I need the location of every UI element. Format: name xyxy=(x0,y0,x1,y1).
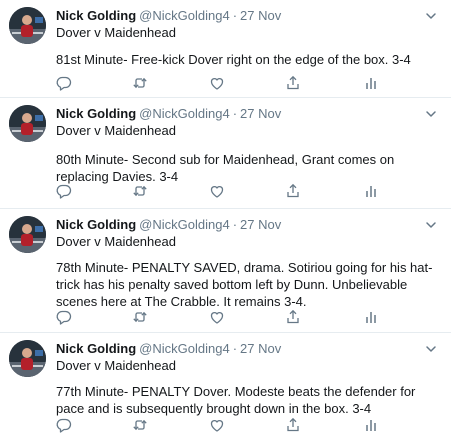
reply-icon[interactable] xyxy=(56,417,72,433)
tweet-header: Nick Golding @NickGolding4 · 27 Nov xyxy=(56,341,281,357)
avatar[interactable] xyxy=(9,105,46,142)
tweet-actions xyxy=(56,183,386,201)
thread-context: Dover v Maidenhead xyxy=(56,234,176,249)
tweet-header: Nick Golding @NickGolding4 · 27 Nov xyxy=(56,106,281,122)
tweet-timeline: Nick Golding @NickGolding4 · 27 Nov Dover v… xyxy=(0,0,451,437)
timestamp[interactable]: 27 Nov xyxy=(240,106,281,121)
analytics-icon[interactable] xyxy=(363,75,379,91)
tweet-text: 80th Minute- Second sub for Maidenhead, … xyxy=(56,152,395,184)
tweet-actions xyxy=(56,309,386,327)
display-name[interactable]: Nick Golding xyxy=(56,341,136,356)
share-icon[interactable] xyxy=(285,183,301,199)
share-icon[interactable] xyxy=(285,309,301,325)
handle[interactable]: @NickGolding4 xyxy=(139,8,230,23)
analytics-icon[interactable] xyxy=(363,309,379,325)
like-icon[interactable] xyxy=(209,75,225,91)
tweet[interactable]: Nick Golding @NickGolding4 · 27 Nov Dover v… xyxy=(0,98,451,209)
retweet-icon[interactable] xyxy=(132,309,148,325)
thread-context: Dover v Maidenhead xyxy=(56,123,176,138)
analytics-icon[interactable] xyxy=(363,417,379,433)
timestamp[interactable]: 27 Nov xyxy=(240,8,281,23)
handle[interactable]: @NickGolding4 xyxy=(139,217,230,232)
handle[interactable]: @NickGolding4 xyxy=(139,106,230,121)
reply-icon[interactable] xyxy=(56,75,72,91)
like-icon[interactable] xyxy=(209,309,225,325)
like-icon[interactable] xyxy=(209,183,225,199)
tweet-actions xyxy=(56,417,386,435)
avatar[interactable] xyxy=(9,216,46,253)
thread-context: Dover v Maidenhead xyxy=(56,358,176,373)
tweet-text: 78th Minute- PENALTY SAVED, drama. Sotir… xyxy=(56,260,433,309)
analytics-icon[interactable] xyxy=(363,183,379,199)
tweet-header: Nick Golding @NickGolding4 · 27 Nov xyxy=(56,8,281,24)
reply-icon[interactable] xyxy=(56,309,72,325)
reply-icon[interactable] xyxy=(56,183,72,199)
tweet[interactable]: Nick Golding @NickGolding4 · 27 Nov Dover v… xyxy=(0,0,451,98)
share-icon[interactable] xyxy=(285,417,301,433)
separator-dot: · xyxy=(232,8,238,23)
tweet[interactable]: Nick Golding @NickGolding4 · 27 Nov Dover v… xyxy=(0,209,451,333)
chevron-down-icon[interactable] xyxy=(425,218,437,230)
separator-dot: · xyxy=(232,217,238,232)
handle[interactable]: @NickGolding4 xyxy=(139,341,230,356)
timestamp[interactable]: 27 Nov xyxy=(240,341,281,356)
chevron-down-icon[interactable] xyxy=(425,342,437,354)
avatar[interactable] xyxy=(9,7,46,44)
share-icon[interactable] xyxy=(285,75,301,91)
separator-dot: · xyxy=(232,106,238,121)
avatar[interactable] xyxy=(9,340,46,377)
separator-dot: · xyxy=(232,341,238,356)
tweet-text: 77th Minute- PENALTY Dover. Modeste beat… xyxy=(56,384,416,416)
display-name[interactable]: Nick Golding xyxy=(56,8,136,23)
display-name[interactable]: Nick Golding xyxy=(56,106,136,121)
display-name[interactable]: Nick Golding xyxy=(56,217,136,232)
tweet[interactable]: Nick Golding @NickGolding4 · 27 Nov Dover v… xyxy=(0,333,451,437)
chevron-down-icon[interactable] xyxy=(425,107,437,119)
retweet-icon[interactable] xyxy=(132,75,148,91)
tweet-actions xyxy=(56,75,386,93)
thread-context: Dover v Maidenhead xyxy=(56,25,176,40)
tweet-header: Nick Golding @NickGolding4 · 27 Nov xyxy=(56,217,281,233)
retweet-icon[interactable] xyxy=(132,417,148,433)
like-icon[interactable] xyxy=(209,417,225,433)
tweet-text: 81st Minute- Free-kick Dover right on th… xyxy=(56,52,411,67)
timestamp[interactable]: 27 Nov xyxy=(240,217,281,232)
chevron-down-icon[interactable] xyxy=(425,9,437,21)
retweet-icon[interactable] xyxy=(132,183,148,199)
